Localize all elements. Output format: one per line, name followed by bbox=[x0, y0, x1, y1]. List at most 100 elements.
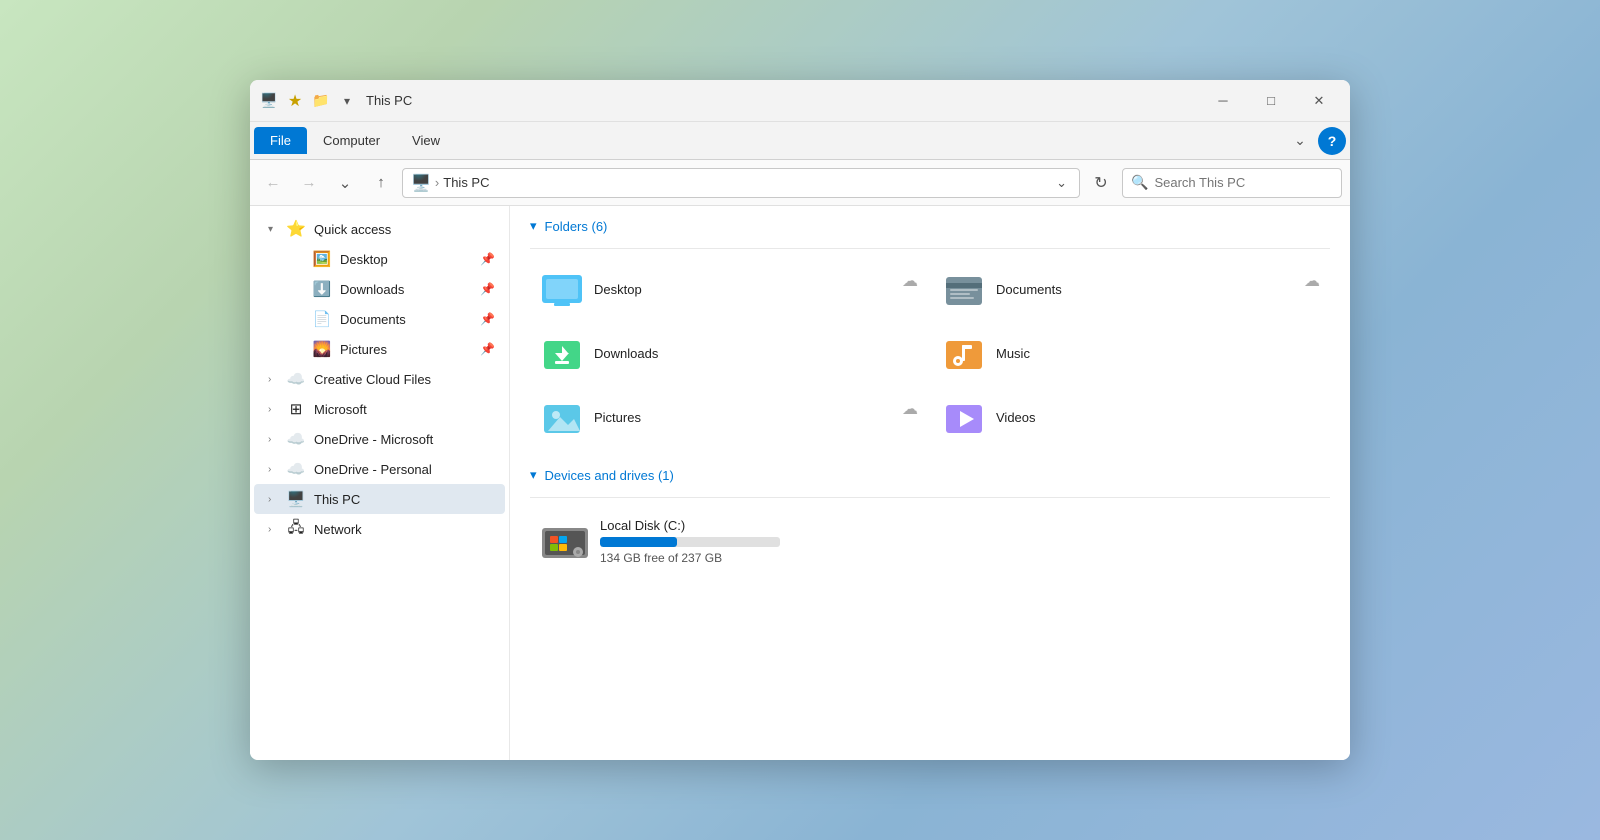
this-pc-chevron: › bbox=[268, 494, 282, 505]
drive-free-label: 134 GB free of 237 GB bbox=[600, 551, 780, 565]
network-icon: 🖧 bbox=[286, 519, 306, 539]
ribbon-chevron-button[interactable]: ⌄ bbox=[1286, 127, 1314, 155]
pictures-folder-icon: 🌄 bbox=[312, 339, 332, 359]
devices-section-header[interactable]: ▾ Devices and drives (1) bbox=[530, 467, 1330, 483]
documents-label: Documents bbox=[340, 312, 406, 327]
pictures-folder-name: Pictures bbox=[594, 410, 641, 425]
drive-name: Local Disk (C:) bbox=[600, 518, 780, 533]
downloads-folder-icon-large bbox=[540, 331, 584, 375]
ribbon-tab-computer[interactable]: Computer bbox=[307, 127, 396, 154]
close-button[interactable]: ✕ bbox=[1296, 85, 1342, 117]
sidebar-item-quick-access[interactable]: ▾ ⭐ Quick access bbox=[254, 214, 505, 244]
forward-button[interactable]: → bbox=[294, 168, 324, 198]
desktop-cloud-icon: ☁ bbox=[902, 271, 918, 291]
search-icon: 🔍 bbox=[1131, 174, 1148, 191]
maximize-button[interactable]: □ bbox=[1248, 85, 1294, 117]
onedrive-personal-chevron: › bbox=[268, 464, 282, 475]
music-folder-name: Music bbox=[996, 346, 1030, 361]
pictures-cloud-icon: ☁ bbox=[902, 399, 918, 419]
sidebar-item-pictures[interactable]: 🌄 Pictures 📌 bbox=[254, 334, 505, 364]
folder-desktop[interactable]: Desktop ☁ bbox=[530, 259, 928, 319]
toolbar-dropdown-icon[interactable]: ▾ bbox=[336, 90, 358, 112]
creative-cloud-label: Creative Cloud Files bbox=[314, 372, 431, 387]
pictures-folder-icon-large bbox=[540, 395, 584, 439]
pictures-pin-icon: 📌 bbox=[480, 342, 495, 356]
documents-folder-icon: 📄 bbox=[312, 309, 332, 329]
path-separator: › bbox=[435, 175, 439, 190]
videos-folder-info: Videos bbox=[996, 410, 1036, 425]
documents-pin-icon: 📌 bbox=[480, 312, 495, 326]
sidebar-item-onedrive-microsoft[interactable]: › ☁️ OneDrive - Microsoft bbox=[254, 424, 505, 454]
desktop-pin-icon: 📌 bbox=[480, 252, 495, 266]
quick-access-icon[interactable]: ★ bbox=[284, 90, 306, 112]
drive-info: Local Disk (C:) 134 GB free of 237 GB bbox=[600, 518, 780, 565]
search-box[interactable]: 🔍 bbox=[1122, 168, 1342, 198]
onedrive-ms-label: OneDrive - Microsoft bbox=[314, 432, 433, 447]
search-input[interactable] bbox=[1154, 175, 1333, 190]
sidebar-item-desktop[interactable]: 🖼️ Desktop 📌 bbox=[254, 244, 505, 274]
music-folder-icon-large bbox=[942, 331, 986, 375]
devices-chevron-icon: ▾ bbox=[530, 467, 537, 483]
address-bar: ← → ⌄ ↑ 🖥️ › This PC ⌄ ↻ 🔍 bbox=[250, 160, 1350, 206]
documents-folder-info: Documents bbox=[996, 282, 1062, 297]
desktop-folder-icon: 🖼️ bbox=[312, 249, 332, 269]
folder-videos[interactable]: Videos bbox=[932, 387, 1330, 447]
sidebar-item-network[interactable]: › 🖧 Network bbox=[254, 514, 505, 544]
desktop-label: Desktop bbox=[340, 252, 388, 267]
ribbon-tab-file[interactable]: File bbox=[254, 127, 307, 154]
ribbon: File Computer View ⌄ ? bbox=[250, 122, 1350, 160]
dropdown-arrow-button[interactable]: ⌄ bbox=[330, 168, 360, 198]
folders-section-header[interactable]: ▾ Folders (6) bbox=[530, 218, 1330, 234]
sidebar-item-documents[interactable]: 📄 Documents 📌 bbox=[254, 304, 505, 334]
videos-folder-name: Videos bbox=[996, 410, 1036, 425]
folders-divider bbox=[530, 248, 1330, 249]
folders-chevron-icon: ▾ bbox=[530, 218, 537, 234]
ribbon-tab-view[interactable]: View bbox=[396, 127, 456, 154]
devices-divider bbox=[530, 497, 1330, 498]
music-folder-info: Music bbox=[996, 346, 1030, 361]
path-pc-icon: 🖥️ bbox=[411, 173, 431, 193]
address-path[interactable]: 🖥️ › This PC ⌄ bbox=[402, 168, 1080, 198]
network-chevron: › bbox=[268, 524, 282, 535]
folder-downloads[interactable]: Downloads bbox=[530, 323, 928, 383]
downloads-folder-name: Downloads bbox=[594, 346, 658, 361]
sidebar-item-onedrive-personal[interactable]: › ☁️ OneDrive - Personal bbox=[254, 454, 505, 484]
refresh-button[interactable]: ↻ bbox=[1086, 168, 1116, 198]
microsoft-icon: ⊞ bbox=[286, 399, 306, 419]
main-area: ▾ ⭐ Quick access 🖼️ Desktop 📌 ⬇️ Downloa… bbox=[250, 206, 1350, 760]
explorer-window: 🖥️ ★ 📁 ▾ This PC ─ □ ✕ File Computer Vie… bbox=[250, 80, 1350, 760]
desktop-folder-info: Desktop bbox=[594, 282, 642, 297]
creative-cloud-icon: ☁️ bbox=[286, 369, 306, 389]
sidebar-item-this-pc[interactable]: › 🖥️ This PC bbox=[254, 484, 505, 514]
title-bar: 🖥️ ★ 📁 ▾ This PC ─ □ ✕ bbox=[250, 80, 1350, 122]
folder-documents[interactable]: Documents ☁ bbox=[932, 259, 1330, 319]
window-icon: 🖥️ bbox=[258, 90, 280, 112]
path-label: This PC bbox=[443, 175, 489, 190]
drive-local-disk-c[interactable]: Local Disk (C:) 134 GB free of 237 GB bbox=[530, 508, 1330, 574]
folder-music[interactable]: Music bbox=[932, 323, 1330, 383]
folder-pictures[interactable]: Pictures ☁ bbox=[530, 387, 928, 447]
sidebar-item-microsoft[interactable]: › ⊞ Microsoft bbox=[254, 394, 505, 424]
toolbar-folder-icon: 📁 bbox=[310, 90, 332, 112]
help-button[interactable]: ? bbox=[1318, 127, 1346, 155]
onedrive-personal-icon: ☁️ bbox=[286, 459, 306, 479]
sidebar-item-creative-cloud[interactable]: › ☁️ Creative Cloud Files bbox=[254, 364, 505, 394]
title-bar-controls: ─ □ ✕ bbox=[1200, 85, 1342, 117]
drive-bar-fill bbox=[600, 537, 677, 547]
desktop-folder-name: Desktop bbox=[594, 282, 642, 297]
drive-icon bbox=[540, 516, 590, 566]
microsoft-label: Microsoft bbox=[314, 402, 367, 417]
path-dropdown[interactable]: ⌄ bbox=[1052, 175, 1071, 191]
back-button[interactable]: ← bbox=[258, 168, 288, 198]
devices-section-label: Devices and drives (1) bbox=[545, 468, 674, 483]
quick-access-chevron: ▾ bbox=[268, 224, 282, 235]
window-title: This PC bbox=[366, 93, 1200, 108]
minimize-button[interactable]: ─ bbox=[1200, 85, 1246, 117]
onedrive-personal-label: OneDrive - Personal bbox=[314, 462, 432, 477]
documents-folder-name: Documents bbox=[996, 282, 1062, 297]
creative-cloud-chevron: › bbox=[268, 374, 282, 385]
this-pc-icon: 🖥️ bbox=[286, 489, 306, 509]
microsoft-chevron: › bbox=[268, 404, 282, 415]
sidebar-item-downloads[interactable]: ⬇️ Downloads 📌 bbox=[254, 274, 505, 304]
up-button[interactable]: ↑ bbox=[366, 168, 396, 198]
